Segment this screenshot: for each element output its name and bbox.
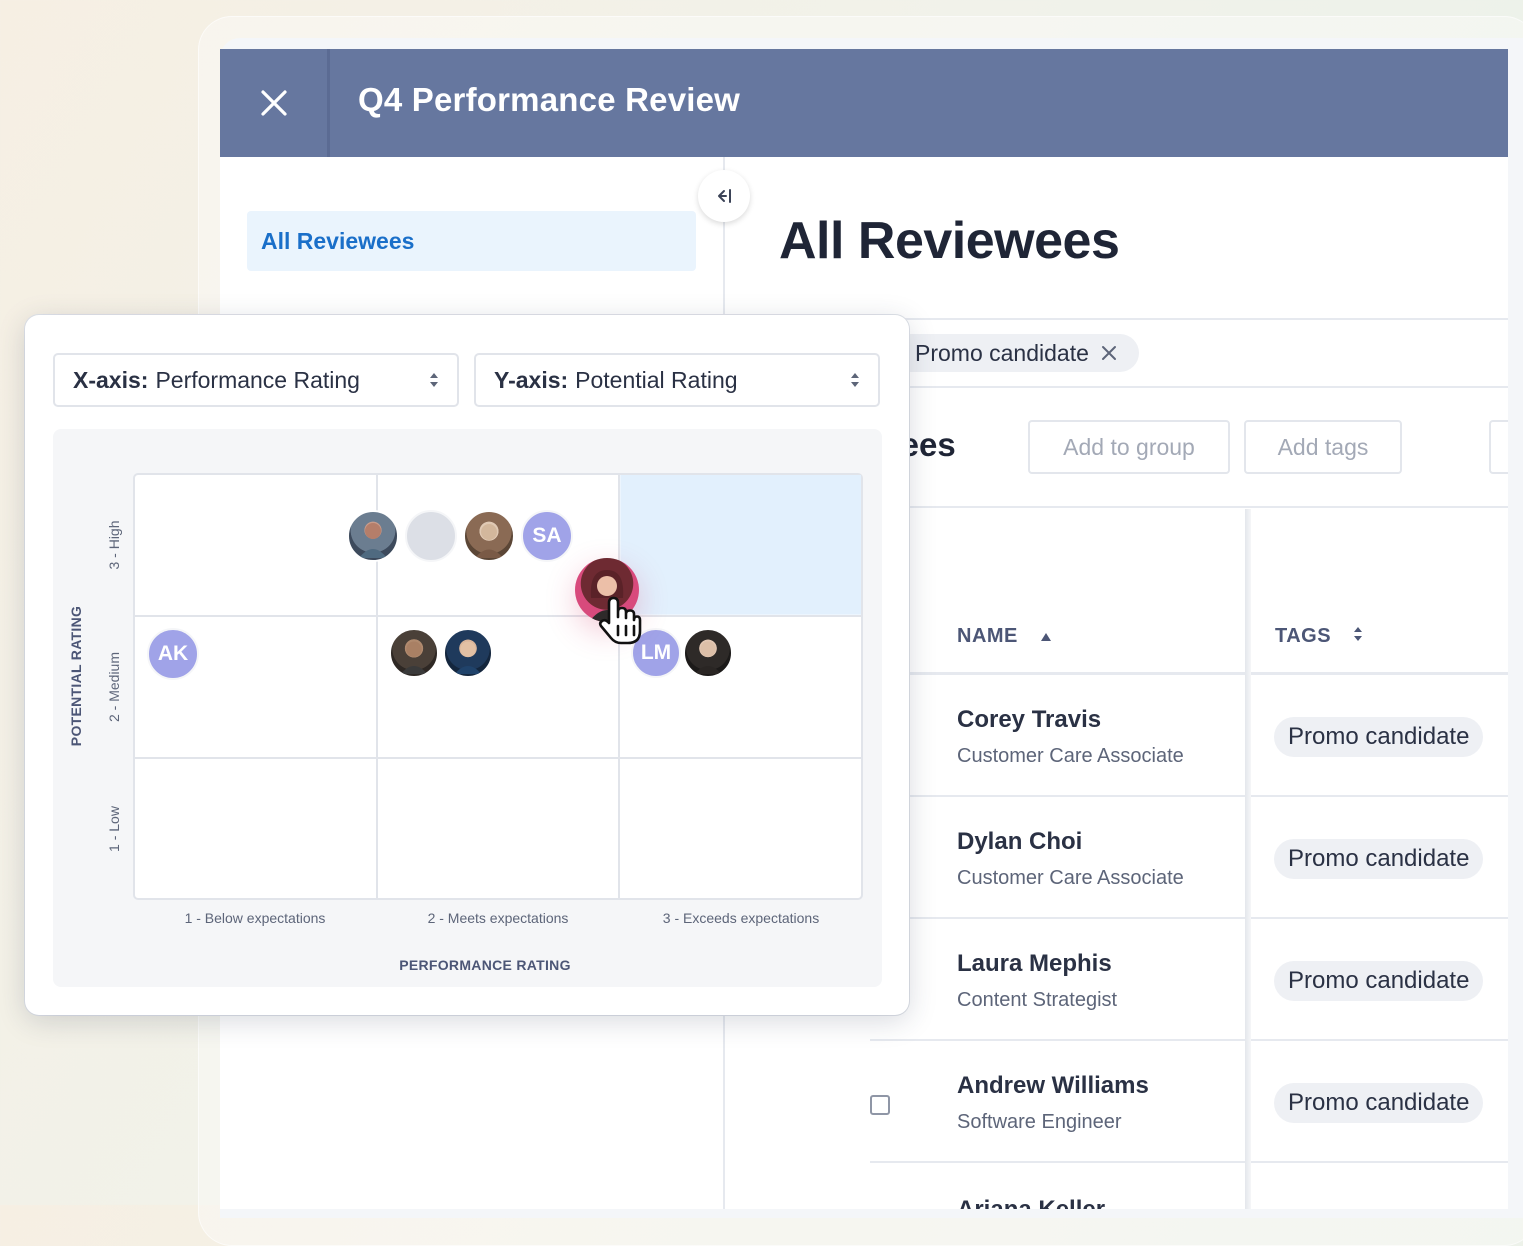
person-photo-icon <box>694 641 722 675</box>
remove-filter-button[interactable] <box>1101 345 1117 361</box>
add-to-group-button[interactable]: Add to group <box>1028 420 1230 474</box>
tag-chip[interactable]: Promo candidate <box>1274 839 1484 879</box>
y-axis-select-prefix: Y-axis: <box>494 366 569 393</box>
x-axis-select-value: Performance Rating <box>155 366 360 393</box>
reviewee-avatar[interactable] <box>347 510 399 562</box>
table-row[interactable]: Ariana Keller <box>870 1163 1508 1209</box>
nine-box-chart: 1 - Below expectations 2 - Meets expecta… <box>53 429 882 987</box>
top-bar: Q4 Performance Review <box>220 49 1508 157</box>
filter-chip-label: Promo candidate <box>915 339 1089 366</box>
y-axis-select-value: Potential Rating <box>575 366 738 393</box>
table-row[interactable]: Laura Mephis Content Strategist Promo ca… <box>870 919 1508 1041</box>
person-name: Dylan Choi <box>957 828 1083 855</box>
table-header-row: NAME TAGS <box>870 508 1508 675</box>
filter-chip[interactable]: Promo candidate <box>885 334 1139 372</box>
nine-box-grid-popup: X-axis: Performance Rating Y-axis: Poten… <box>25 315 909 1015</box>
close-button[interactable] <box>220 49 327 157</box>
x-tick-label: 3 - Exceeds expectations <box>663 910 819 926</box>
person-photo-icon <box>475 524 503 558</box>
close-icon <box>260 90 287 116</box>
sidebar-item-label: All Reviewees <box>261 228 415 254</box>
person-photo-icon <box>400 641 428 675</box>
tag-chip[interactable]: Promo candidate <box>1274 1083 1484 1123</box>
y-tick-label: 3 - High <box>106 520 122 569</box>
column-resize-divider[interactable] <box>1245 509 1251 1209</box>
reviewee-avatar[interactable] <box>683 628 733 678</box>
reviewee-avatar-initials[interactable]: SA <box>521 510 573 562</box>
y-tick-label: 1 - Low <box>106 805 122 852</box>
top-bar-divider <box>327 49 330 157</box>
column-header-name[interactable]: NAME <box>957 625 1052 648</box>
reviewee-avatar[interactable] <box>443 628 493 678</box>
close-icon <box>1101 346 1116 360</box>
highlighted-cell[interactable] <box>620 475 861 615</box>
reviewee-avatar-initials[interactable]: AK <box>147 628 199 680</box>
person-name: Corey Travis <box>957 706 1102 733</box>
person-role: Software Engineer <box>957 1111 1122 1133</box>
more-actions-button[interactable] <box>1489 420 1508 474</box>
x-axis-label: PERFORMANCE RATING <box>399 957 571 973</box>
tag-chip[interactable]: Promo candidate <box>1274 717 1484 757</box>
reviewee-avatar[interactable] <box>463 510 515 562</box>
x-tick-label: 1 - Below expectations <box>185 910 326 926</box>
column-header-tags-label: TAGS <box>1275 625 1332 647</box>
page-title: All Reviewees <box>779 212 1120 270</box>
y-axis-label: POTENTIAL RATING <box>68 606 84 746</box>
person-name: Ariana Keller <box>957 1196 1105 1209</box>
person-role: Content Strategist <box>957 989 1118 1011</box>
add-tags-button[interactable]: Add tags <box>1244 420 1402 474</box>
row-checkbox[interactable] <box>870 1095 890 1115</box>
person-name: Andrew Williams <box>957 1072 1149 1099</box>
reviewees-table: NAME TAGS Corey Travis Customer Care Ass… <box>870 508 1508 1209</box>
nine-box-grid: 1 - Below expectations 2 - Meets expecta… <box>68 473 863 973</box>
select-arrows-icon <box>430 373 438 387</box>
table-row[interactable]: Corey Travis Customer Care Associate Pro… <box>870 675 1508 797</box>
person-photo-icon <box>454 641 482 675</box>
sort-icon <box>1354 627 1363 641</box>
y-tick-label: 2 - Medium <box>106 652 122 722</box>
table-row[interactable]: Andrew Williams Software Engineer Promo … <box>870 1041 1508 1163</box>
reviewee-avatar[interactable] <box>389 628 439 678</box>
reviewee-avatar-placeholder[interactable] <box>405 510 457 562</box>
table-row[interactable]: Dylan Choi Customer Care Associate Promo… <box>870 797 1508 919</box>
x-axis-select-prefix: X-axis: <box>73 366 149 393</box>
person-role: Customer Care Associate <box>957 745 1184 767</box>
y-axis-select[interactable]: Y-axis: Potential Rating <box>474 353 880 407</box>
x-axis-select[interactable]: X-axis: Performance Rating <box>53 353 459 407</box>
window-title: Q4 Performance Review <box>358 81 741 118</box>
collapse-left-icon <box>718 189 731 203</box>
person-photo-icon <box>359 523 387 558</box>
select-arrows-icon <box>851 373 859 387</box>
person-role: Customer Care Associate <box>957 867 1184 889</box>
sort-ascending-icon <box>1040 633 1051 641</box>
x-tick-label: 2 - Meets expectations <box>428 910 569 926</box>
grab-cursor-icon <box>598 596 642 645</box>
collapse-sidebar-button[interactable] <box>698 170 750 222</box>
sidebar-item-all-reviewees[interactable]: All Reviewees <box>247 211 696 271</box>
tag-chip[interactable]: Promo candidate <box>1274 961 1484 1001</box>
column-header-tags[interactable]: TAGS <box>1275 625 1363 648</box>
column-header-name-label: NAME <box>957 625 1018 647</box>
person-name: Laura Mephis <box>957 950 1112 977</box>
